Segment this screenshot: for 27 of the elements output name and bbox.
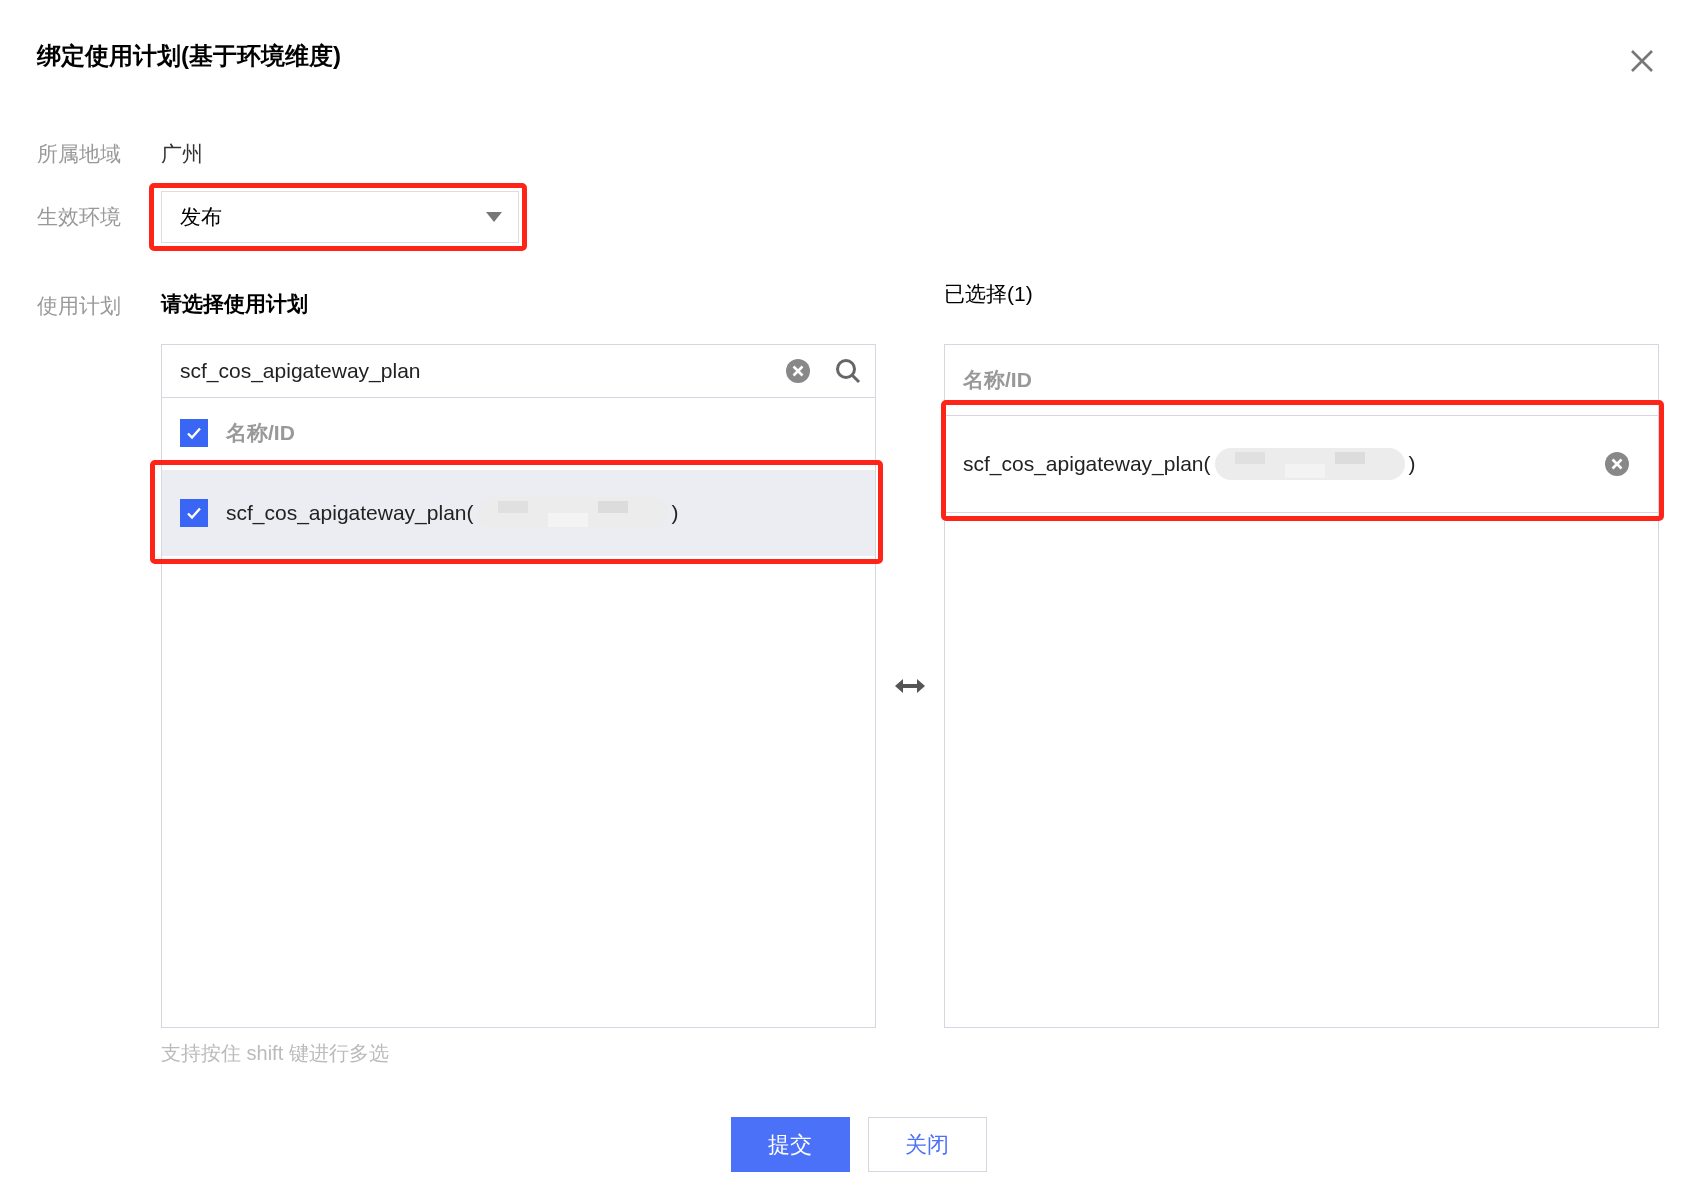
close-button[interactable]: 关闭 — [867, 1117, 987, 1172]
submit-button[interactable]: 提交 — [730, 1117, 850, 1172]
section-heading: 已选择(1) — [944, 281, 1033, 307]
section-heading: 请选择使用计划 — [161, 291, 308, 317]
column-header: 名称/ID — [226, 420, 295, 446]
plan-name-end: ) — [671, 501, 679, 525]
search-icon[interactable] — [835, 358, 861, 384]
clear-icon[interactable] — [785, 358, 811, 384]
environment-dropdown[interactable]: 发布 — [161, 191, 519, 243]
dialog-title: 绑定使用计划(基于环境维度) — [37, 41, 341, 71]
field-value: 广州 — [161, 141, 204, 167]
close-icon[interactable] — [1630, 49, 1654, 73]
checkbox[interactable] — [180, 499, 208, 527]
plan-name: scf_cos_apigateway_plan( — [963, 452, 1211, 476]
plan-name: scf_cos_apigateway_plan( — [226, 501, 474, 525]
field-label: 生效环境 — [37, 204, 122, 230]
search-field[interactable]: scf_cos_apigateway_plan — [180, 359, 761, 383]
caret-icon — [486, 212, 502, 222]
field-label: 使用计划 — [37, 293, 122, 319]
checkbox[interactable] — [180, 419, 208, 447]
column-header: 名称/ID — [963, 367, 1032, 393]
swap-arrows-icon — [895, 678, 925, 694]
list-item[interactable]: scf_cos_apigateway_plan( ) — [162, 470, 875, 556]
hint-text: 支持按住 shift 键进行多选 — [161, 1041, 390, 1066]
plan-name-end: ) — [1408, 452, 1416, 476]
field-label: 所属地域 — [37, 141, 122, 167]
remove-icon[interactable] — [1604, 451, 1630, 477]
